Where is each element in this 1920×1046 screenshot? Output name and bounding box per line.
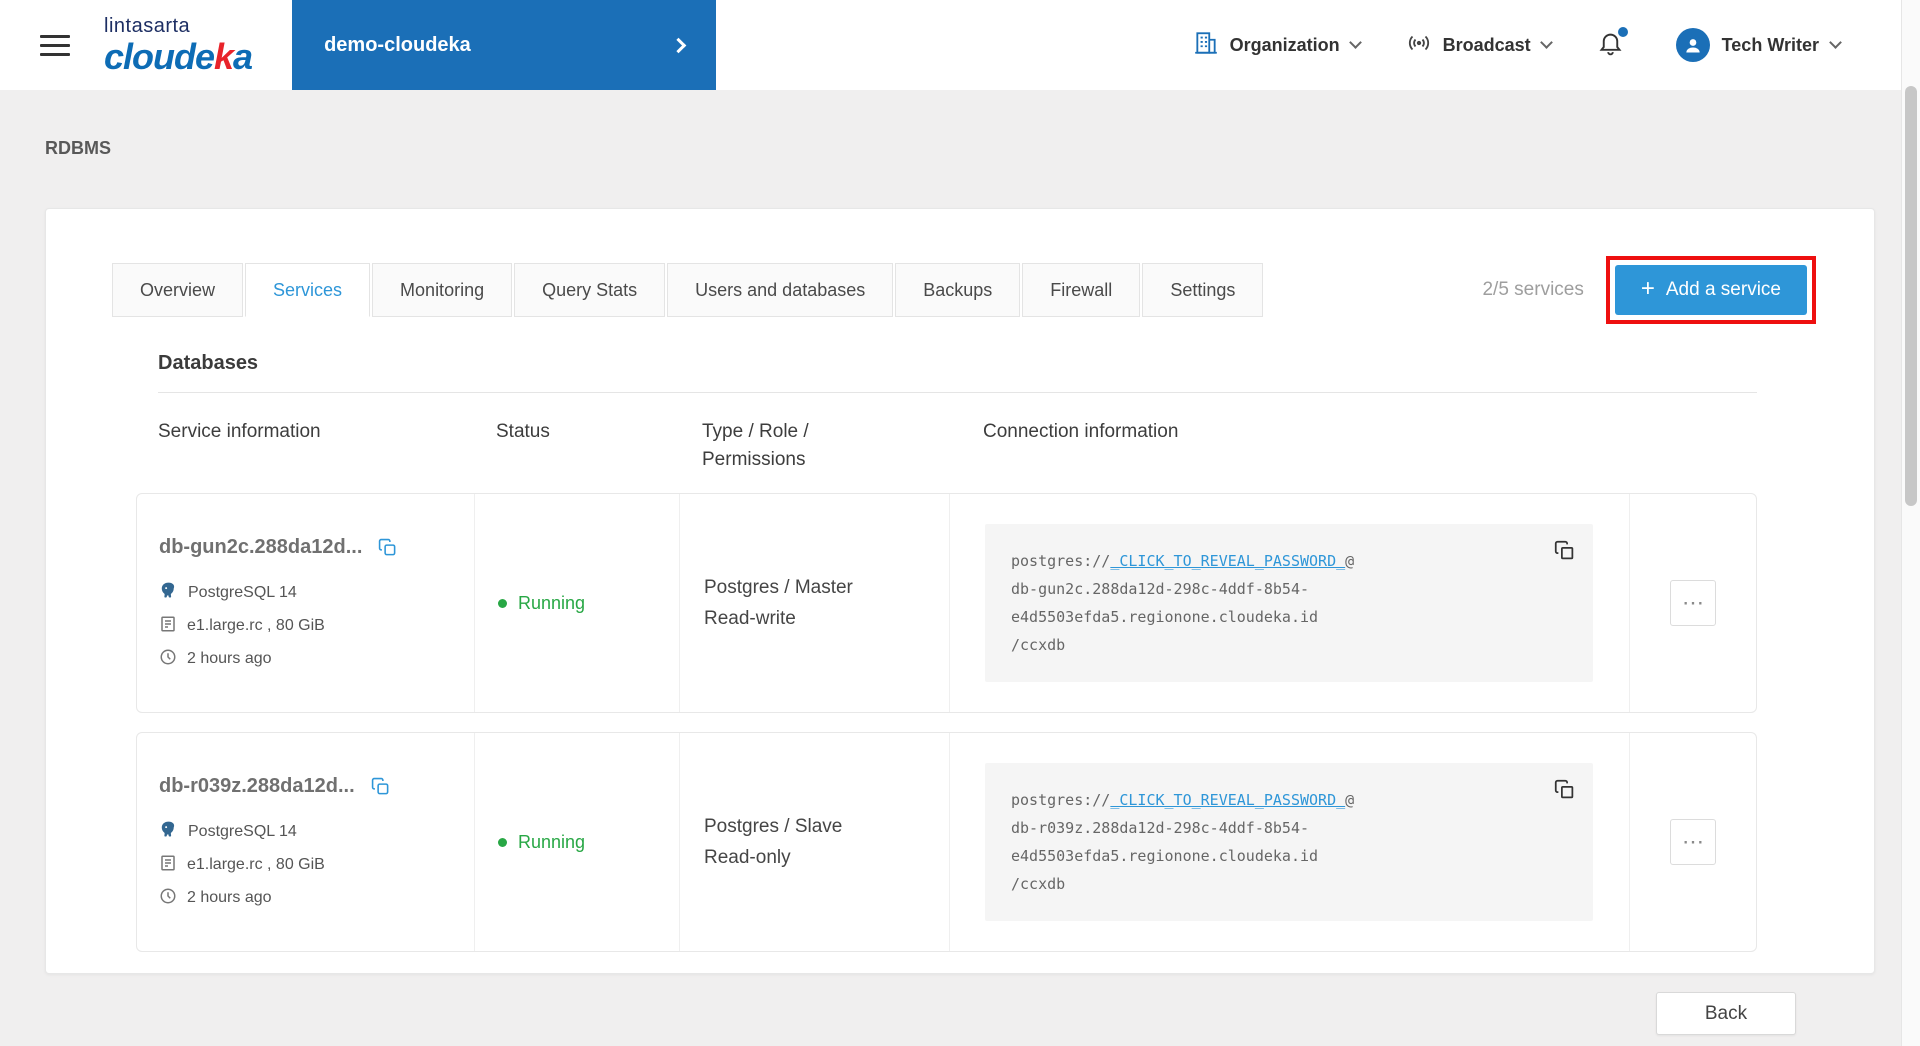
tab-monitoring[interactable]: Monitoring	[372, 263, 513, 317]
tab-backups[interactable]: Backups	[895, 263, 1021, 317]
breadcrumb: RDBMS	[45, 138, 111, 158]
table-header: Service information Status Type / Role /…	[136, 393, 1757, 493]
menu-icon[interactable]	[40, 29, 70, 62]
service-info-cell: db-gun2c.288da12d... PostgreSQL 14 e1.la…	[137, 494, 474, 712]
tab-users-and-databases[interactable]: Users and databases	[667, 263, 894, 317]
organization-icon	[1193, 30, 1219, 61]
broadcast-menu[interactable]: Broadcast	[1406, 30, 1553, 61]
tab-settings[interactable]: Settings	[1142, 263, 1264, 317]
annotation-highlight: + Add a service	[1605, 256, 1816, 324]
status-cell: Running	[474, 733, 679, 951]
created-label: 2 hours ago	[187, 650, 272, 667]
row-actions-button[interactable]: ⋯	[1670, 819, 1716, 865]
broadcast-icon	[1406, 30, 1432, 61]
logo-lintasarta: lintasarta	[104, 14, 191, 37]
table-row: db-gun2c.288da12d... PostgreSQL 14 e1.la…	[136, 493, 1757, 713]
service-info-cell: db-r039z.288da12d... PostgreSQL 14 e1.la…	[137, 733, 474, 951]
status-cell: Running	[474, 494, 679, 712]
col-type-role-permissions: Type / Role / Permissions	[702, 421, 809, 470]
reveal-password-link[interactable]: _CLICK_TO_REVEAL_PASSWORD_	[1110, 552, 1345, 570]
tab-firewall[interactable]: Firewall	[1022, 263, 1141, 317]
flavor-icon	[159, 615, 177, 638]
broadcast-label: Broadcast	[1442, 34, 1531, 55]
status-dot	[498, 837, 507, 847]
notification-dot	[1617, 27, 1628, 37]
top-bar: lintasarta cloudeka demo-cloudeka Organi…	[0, 0, 1920, 90]
chevron-down-icon	[1829, 36, 1842, 49]
tab-list: Overview Services Monitoring Query Stats…	[112, 263, 1265, 317]
clock-icon	[159, 648, 177, 671]
user-menu[interactable]: Tech Writer	[1675, 28, 1842, 62]
scrollbar-thumb[interactable]	[1905, 86, 1917, 506]
role-label: Postgres / Master	[704, 577, 853, 598]
table-row: db-r039z.288da12d... PostgreSQL 14 e1.la…	[136, 732, 1757, 952]
copy-connection-icon[interactable]	[1554, 540, 1575, 566]
tab-overview[interactable]: Overview	[112, 263, 244, 317]
user-name: Tech Writer	[1721, 34, 1819, 55]
chevron-down-icon	[1539, 36, 1553, 49]
notification-bell[interactable]	[1597, 27, 1628, 61]
clock-icon	[159, 887, 177, 910]
databases-section: Databases Service information Status Typ…	[136, 352, 1757, 952]
col-service-information: Service information	[158, 421, 321, 442]
status-badge: Running	[518, 592, 586, 613]
actions-cell: ⋯	[1629, 733, 1756, 951]
status-dot	[498, 598, 507, 608]
bell-icon	[1597, 33, 1624, 60]
connection-host-line: /ccxdb	[1011, 636, 1066, 654]
connection-host-line: /ccxdb	[1011, 875, 1066, 893]
col-status: Status	[496, 421, 550, 442]
reveal-password-link[interactable]: _CLICK_TO_REVEAL_PASSWORD_	[1110, 791, 1345, 809]
flavor-label: e1.large.rc , 80 GiB	[187, 617, 325, 634]
rdbms-card: Overview Services Monitoring Query Stats…	[45, 208, 1875, 974]
engine-label: PostgreSQL 14	[188, 583, 297, 601]
type-role-cell: Postgres / Slave Read-only	[679, 733, 949, 951]
section-title: Databases	[158, 352, 1757, 393]
status-badge: Running	[518, 831, 586, 852]
permission-label: Read-write	[704, 608, 796, 629]
back-button[interactable]: Back	[1656, 992, 1796, 1035]
logo[interactable]: lintasarta cloudeka	[104, 14, 253, 77]
connection-uri-box: postgres://_CLICK_TO_REVEAL_PASSWORD_@ d…	[985, 524, 1593, 682]
organization-label: Organization	[1229, 34, 1340, 55]
postgresql-icon	[159, 820, 178, 844]
tabs-row: Overview Services Monitoring Query Stats…	[112, 256, 1816, 324]
connection-host-line: e4d5503efda5.regionone.cloudeka.id	[1011, 847, 1319, 865]
flavor-icon	[159, 854, 177, 877]
chevron-down-icon	[1348, 36, 1362, 49]
add-service-button[interactable]: + Add a service	[1614, 265, 1807, 315]
organization-menu[interactable]: Organization	[1193, 30, 1362, 61]
tab-query-stats[interactable]: Query Stats	[514, 263, 666, 317]
copy-name-icon[interactable]	[378, 538, 397, 557]
connection-host-line: db-gun2c.288da12d-298c-4ddf-8b54-	[1011, 580, 1310, 598]
services-count: 2/5 services	[1482, 279, 1584, 300]
postgresql-icon	[159, 581, 178, 605]
copy-name-icon[interactable]	[371, 777, 390, 796]
project-name: demo-cloudeka	[324, 33, 471, 56]
tab-services[interactable]: Services	[245, 263, 371, 317]
plus-icon: +	[1640, 275, 1655, 302]
project-selector[interactable]: demo-cloudeka	[292, 0, 717, 90]
service-name: db-r039z.288da12d...	[159, 774, 355, 797]
logo-cloudeka: cloudeka	[104, 35, 253, 77]
connection-host-line: db-r039z.288da12d-298c-4ddf-8b54-	[1011, 819, 1310, 837]
connection-cell: postgres://_CLICK_TO_REVEAL_PASSWORD_@ d…	[949, 494, 1629, 712]
flavor-label: e1.large.rc , 80 GiB	[187, 856, 325, 873]
engine-label: PostgreSQL 14	[188, 822, 297, 840]
connection-host-line: e4d5503efda5.regionone.cloudeka.id	[1011, 608, 1319, 626]
col-connection-information: Connection information	[983, 421, 1179, 442]
role-label: Postgres / Slave	[704, 816, 843, 837]
type-role-cell: Postgres / Master Read-write	[679, 494, 949, 712]
actions-cell: ⋯	[1629, 494, 1756, 712]
connection-uri-box: postgres://_CLICK_TO_REVEAL_PASSWORD_@ d…	[985, 763, 1593, 921]
avatar	[1675, 28, 1710, 62]
scrollbar[interactable]	[1901, 0, 1920, 1046]
chevron-right-icon	[670, 37, 687, 53]
copy-connection-icon[interactable]	[1554, 779, 1575, 805]
created-label: 2 hours ago	[187, 889, 272, 906]
permission-label: Read-only	[704, 847, 791, 868]
service-name: db-gun2c.288da12d...	[159, 535, 363, 558]
row-actions-button[interactable]: ⋯	[1670, 580, 1716, 626]
connection-cell: postgres://_CLICK_TO_REVEAL_PASSWORD_@ d…	[949, 733, 1629, 951]
